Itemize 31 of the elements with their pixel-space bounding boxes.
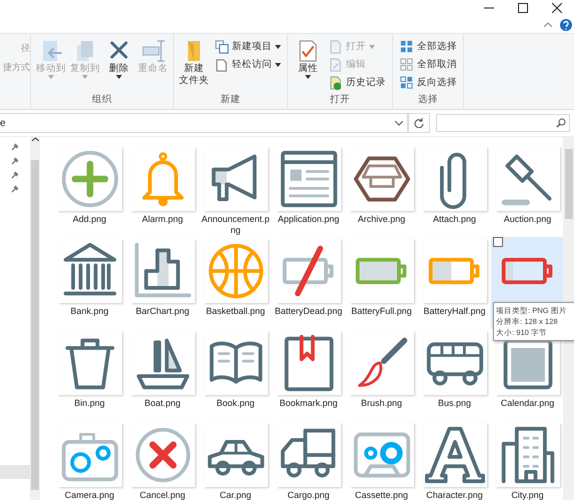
file-name: Car.png xyxy=(218,490,252,500)
file-name: Calendar.png xyxy=(500,398,556,410)
file-name: Character.png xyxy=(425,490,484,500)
file-name: Attach.png xyxy=(432,214,478,226)
file-name: Bank.png xyxy=(69,306,110,318)
file-name: Bookmark.png xyxy=(278,398,339,410)
file-name: Camera.png xyxy=(64,490,116,500)
file-name: Archive.png xyxy=(356,214,406,226)
file-name: Bus.png xyxy=(436,398,472,410)
file-name: BatteryFull.png xyxy=(350,306,413,318)
file-name: Cargo.png xyxy=(286,490,331,500)
file-name: Add.png xyxy=(72,214,108,226)
file-name: City.png xyxy=(510,490,545,500)
file-name: Auction.png xyxy=(502,214,552,226)
file-name: Basketball.png xyxy=(204,306,266,318)
file-name: Cancel.png xyxy=(138,490,186,500)
file-name: Book.png xyxy=(215,398,256,410)
group-label: 组织 xyxy=(91,93,113,107)
file-name: Announcement.png xyxy=(200,214,270,237)
file-name: Boat.png xyxy=(143,398,182,410)
file-name: BatteryHalf.png xyxy=(422,306,487,318)
group-label: 打开 xyxy=(329,93,351,107)
file-name: Alarm.png xyxy=(140,214,184,226)
file-name: Brush.png xyxy=(360,398,404,410)
file-name: Bin.png xyxy=(73,398,106,410)
file-name: BarChart.png xyxy=(134,306,190,318)
group-label: 新建 xyxy=(220,93,242,107)
file-name: Cassette.png xyxy=(354,490,410,500)
file-name: Application.png xyxy=(276,214,340,226)
group-label: 选择 xyxy=(417,93,439,107)
file-name: BatteryDead.png xyxy=(274,306,344,318)
